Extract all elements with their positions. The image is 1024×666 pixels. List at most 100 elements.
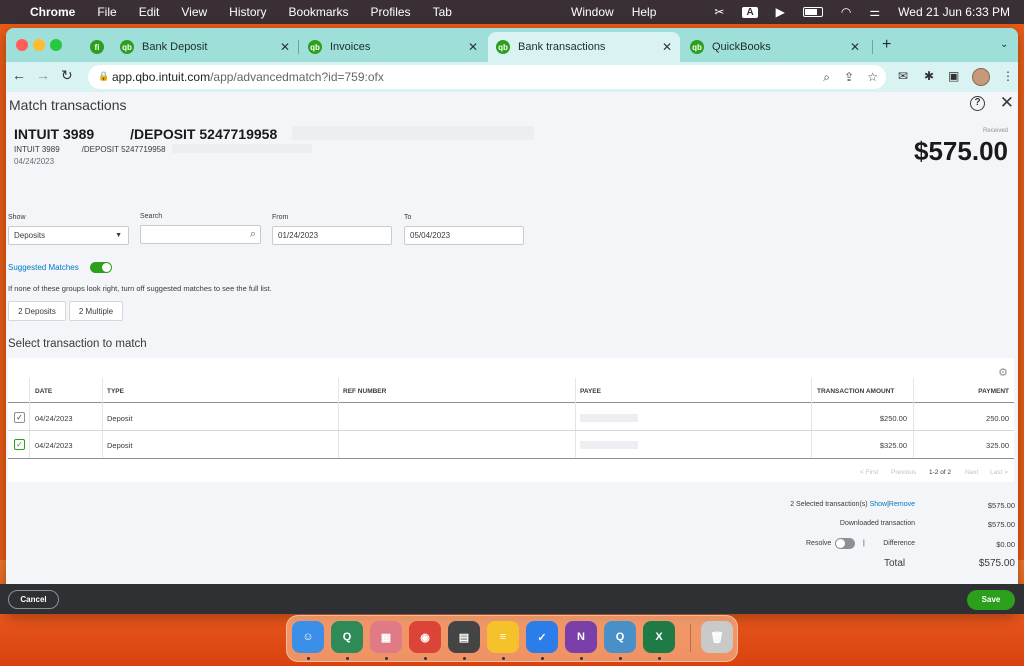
tab-bank-deposit[interactable]: qb Bank Deposit ✕ — [112, 32, 298, 62]
page-header: Match transactions ? ✕ — [6, 92, 1018, 116]
group-deposits-button[interactable]: 2 Deposits — [8, 301, 66, 321]
close-window-button[interactable] — [16, 39, 28, 51]
dock-running-indicator — [658, 657, 661, 660]
play-circle-icon[interactable]: ▶ — [776, 5, 785, 19]
menu-tab[interactable]: Tab — [433, 5, 452, 19]
tab-close-icon[interactable]: ✕ — [468, 40, 478, 54]
menu-history[interactable]: History — [229, 5, 266, 19]
transactions-table: ⚙ DATE TYPE REF NUMBER PAYEE TRANSACTION… — [8, 358, 1014, 482]
selected-transactions-label: 2 Selected transaction(s) — [790, 501, 868, 508]
menu-window[interactable]: Window — [571, 5, 614, 19]
url-host: app.qbo.intuit.com — [112, 70, 211, 84]
from-date-input[interactable]: 01/24/2023 — [272, 226, 392, 245]
back-arrow-icon[interactable]: ← — [12, 67, 26, 83]
dock-trash-icon[interactable]: 🗑 — [701, 621, 733, 653]
search-input[interactable]: ⌕ — [140, 225, 261, 244]
menu-profiles[interactable]: Profiles — [371, 5, 411, 19]
menu-bookmarks[interactable]: Bookmarks — [289, 5, 349, 19]
to-date-input[interactable]: 05/04/2023 — [404, 226, 524, 245]
dock-quran-icon[interactable]: Q — [331, 621, 363, 653]
row-transaction-amount: $250.00 — [879, 414, 907, 423]
input-source-icon[interactable]: A — [742, 6, 758, 18]
dock-onenote-icon[interactable]: N — [565, 621, 597, 653]
pinned-tab[interactable]: fi — [82, 32, 112, 62]
scissors-icon[interactable]: ✂ — [714, 5, 724, 19]
side-panel-icon[interactable]: ▣ — [948, 69, 959, 83]
menu-view[interactable]: View — [181, 5, 207, 19]
tab-quickbooks[interactable]: qb QuickBooks ✕ — [682, 32, 868, 62]
share-icon[interactable]: ⇪ — [844, 70, 854, 84]
group-button-label: 2 Deposits — [18, 306, 56, 316]
group-multiple-button[interactable]: 2 Multiple — [69, 301, 123, 321]
column-header-payment[interactable]: PAYMENT — [978, 388, 1009, 395]
tab-close-icon[interactable]: ✕ — [280, 40, 290, 54]
browser-toolbar: ← → ↻ 🔒 app.qbo.intuit.com/app/advancedm… — [6, 62, 1018, 92]
dock-notes-icon[interactable]: ≡ — [487, 621, 519, 653]
mail-extension-icon[interactable]: ✉ — [898, 69, 908, 83]
show-dropdown[interactable]: Deposits ▼ — [8, 226, 129, 245]
redacted-payee — [580, 414, 638, 422]
dock-chrome-icon[interactable]: ◉ — [409, 621, 441, 653]
row-checkbox[interactable]: ✓ — [14, 439, 25, 450]
dock-running-indicator — [502, 657, 505, 660]
row-checkbox[interactable]: ✓ — [14, 412, 25, 423]
kebab-menu-icon[interactable]: ⋮ — [1002, 69, 1014, 83]
dock-quicktime-icon[interactable]: Q — [604, 621, 636, 653]
reload-icon[interactable]: ↻ — [61, 67, 73, 84]
dock-finder-icon[interactable]: ☺ — [292, 621, 324, 653]
minimize-window-button[interactable] — [33, 39, 45, 51]
resolve-toggle[interactable] — [835, 538, 855, 549]
menu-file[interactable]: File — [97, 5, 116, 19]
profile-avatar[interactable] — [972, 68, 990, 86]
tab-close-icon[interactable]: ✕ — [662, 40, 672, 54]
cancel-button[interactable]: Cancel — [8, 590, 59, 609]
wifi-icon[interactable]: ◠ — [841, 5, 851, 19]
control-center-icon[interactable]: ⚌ — [869, 5, 880, 19]
gear-icon[interactable]: ⚙ — [998, 366, 1008, 379]
close-icon[interactable]: ✕ — [1000, 93, 1014, 113]
dock-tasks-icon[interactable]: ✓ — [526, 621, 558, 653]
extensions-puzzle-icon[interactable]: ✱ — [924, 69, 934, 83]
pagination-last[interactable]: Last > — [990, 469, 1008, 476]
zoom-window-button[interactable] — [50, 39, 62, 51]
battery-icon[interactable] — [802, 7, 823, 17]
suggested-matches-hint: If none of these groups look right, turn… — [8, 284, 272, 293]
pagination-previous[interactable]: Previous — [891, 469, 916, 476]
lock-icon[interactable]: 🔒 — [98, 71, 109, 82]
dock-excel-icon[interactable]: X — [643, 621, 675, 653]
tab-label: Invoices — [330, 41, 371, 53]
search-icon[interactable]: ⌕ — [250, 228, 256, 241]
column-header-type[interactable]: TYPE — [107, 388, 124, 395]
quickbooks-favicon-icon: qb — [496, 40, 510, 54]
column-header-payee[interactable]: PAYEE — [580, 388, 601, 395]
menubar-app-name[interactable]: Chrome — [30, 5, 75, 19]
dock-launchpad-icon[interactable]: ▦ — [370, 621, 402, 653]
tab-bank-transactions[interactable]: qb Bank transactions ✕ — [488, 32, 680, 62]
column-header-ref-number[interactable]: REF NUMBER — [343, 388, 386, 395]
tab-search-chevron-icon[interactable]: ⌄ — [1000, 39, 1008, 50]
pagination-first[interactable]: < First — [860, 469, 878, 476]
remove-link[interactable]: Remove — [889, 501, 915, 508]
dock-calculator-icon[interactable]: ▤ — [448, 621, 480, 653]
help-icon[interactable]: ? — [970, 96, 985, 111]
column-divider — [811, 378, 812, 458]
column-header-transaction-amount[interactable]: TRANSACTION AMOUNT — [817, 388, 894, 395]
suggested-matches-toggle[interactable] — [90, 262, 112, 273]
pagination-next[interactable]: Next — [965, 469, 978, 476]
forward-arrow-icon[interactable]: → — [36, 67, 50, 83]
menu-help[interactable]: Help — [632, 5, 657, 19]
address-bar[interactable]: 🔒 app.qbo.intuit.com/app/advancedmatch?i… — [88, 65, 886, 89]
column-header-date[interactable]: DATE — [35, 388, 52, 395]
menu-edit[interactable]: Edit — [139, 5, 160, 19]
show-link[interactable]: Show — [870, 501, 888, 508]
tab-label: Bank transactions — [518, 41, 606, 53]
tab-invoices[interactable]: qb Invoices ✕ — [300, 32, 486, 62]
show-dropdown-value: Deposits — [14, 231, 46, 240]
save-button[interactable]: Save — [967, 590, 1015, 610]
bookmark-star-icon[interactable]: ☆ — [867, 70, 878, 84]
column-divider — [338, 378, 339, 458]
new-tab-button[interactable]: + — [882, 36, 891, 54]
menubar-clock[interactable]: Wed 21 Jun 6:33 PM — [898, 5, 1010, 19]
tab-close-icon[interactable]: ✕ — [850, 40, 860, 54]
zoom-magnifier-icon[interactable]: ⌕ — [823, 70, 830, 85]
